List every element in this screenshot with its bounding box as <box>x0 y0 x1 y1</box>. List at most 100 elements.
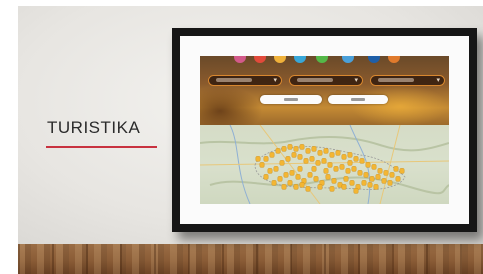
map-marker-icon[interactable] <box>307 172 313 178</box>
map-marker-icon[interactable] <box>341 184 347 190</box>
map-marker-icon[interactable] <box>311 146 317 152</box>
map-marker-icon[interactable] <box>349 180 355 186</box>
map-marker-icon[interactable] <box>327 162 333 168</box>
map-marker-icon[interactable] <box>299 144 305 150</box>
map-marker-icon[interactable] <box>289 170 295 176</box>
map-marker-icon[interactable] <box>377 168 383 174</box>
map-marker-icon[interactable] <box>293 184 299 190</box>
map-marker-icon[interactable] <box>381 178 387 184</box>
map-marker-icon[interactable] <box>375 174 381 180</box>
map-marker-icon[interactable] <box>287 144 293 150</box>
map-marker-icon[interactable] <box>321 158 327 164</box>
map-marker-icon[interactable] <box>283 172 289 178</box>
map-marker-icon[interactable] <box>323 148 329 154</box>
reset-button[interactable] <box>328 95 388 104</box>
map-marker-icon[interactable] <box>279 160 285 166</box>
map-marker-icon[interactable] <box>387 180 393 186</box>
button-label-placeholder <box>284 98 298 101</box>
search-button[interactable] <box>260 95 322 104</box>
map-marker-icon[interactable] <box>371 164 377 170</box>
map-marker-icon[interactable] <box>299 182 305 188</box>
map-marker-icon[interactable] <box>295 174 301 180</box>
map-marker-icon[interactable] <box>315 160 321 166</box>
map-marker-icon[interactable] <box>281 184 287 190</box>
map-road <box>379 125 401 204</box>
map-marker-icon[interactable] <box>347 152 353 158</box>
filter-select-category[interactable]: ▾ <box>208 75 282 86</box>
map-view[interactable] <box>200 125 449 204</box>
category-dot-icon[interactable] <box>368 56 380 63</box>
chevron-down-icon: ▾ <box>436 77 440 84</box>
map-marker-icon[interactable] <box>291 152 297 158</box>
map-marker-icon[interactable] <box>351 166 357 172</box>
map-marker-icon[interactable] <box>271 180 277 186</box>
select-text-placeholder <box>378 78 414 82</box>
map-marker-icon[interactable] <box>345 168 351 174</box>
map-marker-icon[interactable] <box>255 156 261 162</box>
category-dot-icon[interactable] <box>274 56 286 63</box>
map-marker-icon[interactable] <box>311 166 317 172</box>
map-marker-icon[interactable] <box>367 182 373 188</box>
map-marker-icon[interactable] <box>305 148 311 154</box>
category-dot-icon[interactable] <box>388 56 400 63</box>
map-marker-icon[interactable] <box>383 170 389 176</box>
map-marker-icon[interactable] <box>399 168 405 174</box>
map-marker-icon[interactable] <box>357 170 363 176</box>
map-marker-icon[interactable] <box>267 168 273 174</box>
map-marker-icon[interactable] <box>373 184 379 190</box>
map-marker-icon[interactable] <box>389 172 395 178</box>
category-dot-icon[interactable] <box>316 56 328 63</box>
map-marker-icon[interactable] <box>297 166 303 172</box>
map-marker-icon[interactable] <box>275 148 281 154</box>
category-dot-icon[interactable] <box>234 56 246 63</box>
map-marker-icon[interactable] <box>277 176 283 182</box>
map-marker-icon[interactable] <box>317 150 323 156</box>
map-marker-icon[interactable] <box>335 150 341 156</box>
map-marker-icon[interactable] <box>293 146 299 152</box>
map-marker-icon[interactable] <box>313 176 319 182</box>
map-marker-icon[interactable] <box>339 164 345 170</box>
map-marker-icon[interactable] <box>297 154 303 160</box>
map-marker-icon[interactable] <box>359 158 365 164</box>
category-dot-icon[interactable] <box>254 56 266 63</box>
map-marker-icon[interactable] <box>347 160 353 166</box>
map-marker-icon[interactable] <box>329 186 335 192</box>
slide-title: TURISTIKA <box>47 118 141 137</box>
map-marker-icon[interactable] <box>361 180 367 186</box>
map-marker-icon[interactable] <box>325 174 331 180</box>
category-icons <box>200 56 449 64</box>
map-marker-icon[interactable] <box>263 174 269 180</box>
picture-frame: ▾ ▾ ▾ <box>172 28 477 232</box>
map-region-line <box>209 176 449 195</box>
map-marker-icon[interactable] <box>333 166 339 172</box>
map-marker-icon[interactable] <box>287 180 293 186</box>
map-marker-icon[interactable] <box>343 176 349 182</box>
map-marker-icon[interactable] <box>281 146 287 152</box>
map-marker-icon[interactable] <box>353 188 359 194</box>
map-marker-icon[interactable] <box>365 162 371 168</box>
map-marker-icon[interactable] <box>317 184 323 190</box>
map-marker-icon[interactable] <box>337 182 343 188</box>
map-marker-icon[interactable] <box>305 186 311 192</box>
map-marker-icon[interactable] <box>331 178 337 184</box>
map-marker-icon[interactable] <box>363 172 369 178</box>
category-dot-icon[interactable] <box>294 56 306 63</box>
filter-select-region[interactable]: ▾ <box>289 75 363 86</box>
chevron-down-icon: ▾ <box>354 77 358 84</box>
map-marker-icon[interactable] <box>259 162 265 168</box>
map-marker-icon[interactable] <box>263 156 269 162</box>
map-marker-icon[interactable] <box>309 156 315 162</box>
map-marker-icon[interactable] <box>285 156 291 162</box>
map-marker-icon[interactable] <box>393 166 399 172</box>
category-dot-icon[interactable] <box>342 56 354 63</box>
map-marker-icon[interactable] <box>269 152 275 158</box>
map-marker-icon[interactable] <box>369 176 375 182</box>
map-marker-icon[interactable] <box>395 176 401 182</box>
map-marker-icon[interactable] <box>323 168 329 174</box>
map-marker-icon[interactable] <box>303 158 309 164</box>
map-marker-icon[interactable] <box>341 154 347 160</box>
filter-select-district[interactable]: ▾ <box>370 75 445 86</box>
map-marker-icon[interactable] <box>273 166 279 172</box>
map-marker-icon[interactable] <box>329 152 335 158</box>
map-marker-icon[interactable] <box>353 156 359 162</box>
